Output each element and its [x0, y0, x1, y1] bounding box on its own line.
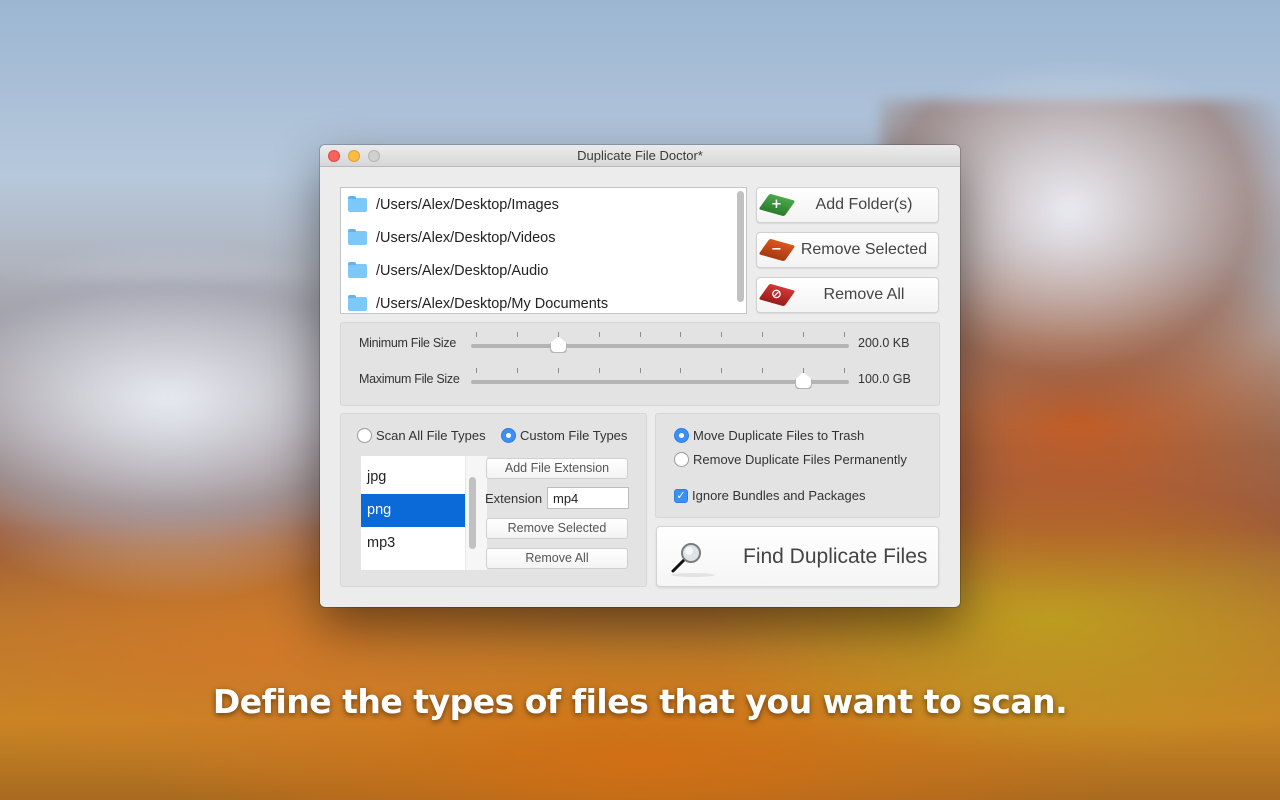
file-types-panel: Scan All File Types Custom File Types jp…: [340, 413, 647, 587]
slider-tick: [844, 368, 845, 373]
folder-list-item[interactable]: /Users/Alex/Desktop/Videos: [341, 221, 731, 254]
ignore-bundles-label: Ignore Bundles and Packages: [692, 488, 866, 503]
radio-button-on[interactable]: [674, 428, 689, 443]
slider-tick: [680, 332, 682, 337]
slider-tick: [721, 332, 723, 337]
slider-tick: [844, 332, 845, 337]
slider-tick: [516, 332, 518, 337]
add-folders-label: Add Folder(s): [815, 196, 913, 213]
folder-list-scrollbar[interactable]: [737, 191, 744, 302]
extension-label: Extension: [485, 491, 543, 506]
move-to-trash-radio[interactable]: Move Duplicate Files to Trash: [674, 428, 864, 443]
remove-all-extensions-button[interactable]: Remove All: [486, 548, 628, 569]
folder-icon: [348, 294, 367, 311]
radio-button-off[interactable]: [674, 452, 689, 467]
options-panel: Move Duplicate Files to Trash Remove Dup…: [655, 413, 940, 518]
extension-list-item[interactable]: mp3: [361, 527, 465, 560]
extension-list-scrollbar[interactable]: [469, 477, 476, 549]
slider-tick: [721, 368, 723, 373]
custom-types-radio[interactable]: Custom File Types: [501, 428, 627, 443]
custom-types-label: Custom File Types: [520, 428, 628, 443]
folder-list[interactable]: /Users/Alex/Desktop/Images /Users/Alex/D…: [340, 187, 747, 314]
min-size-slider-row: Minimum File Size 200.0 KB: [341, 323, 939, 353]
slider-tick: [639, 332, 641, 337]
window-title: Duplicate File Doctor*: [577, 148, 703, 163]
extension-list-item[interactable]: jpg: [361, 461, 465, 494]
slider-tick: [598, 368, 600, 373]
folder-path: /Users/Alex/Desktop/Audio: [376, 262, 549, 279]
max-size-slider-row: Maximum File Size 100.0 GB: [341, 359, 939, 389]
promo-caption: Define the types of files that you want …: [212, 682, 1068, 721]
folder-icon: [348, 195, 367, 212]
folder-list-item[interactable]: /Users/Alex/Desktop/My Documents: [341, 287, 731, 320]
find-duplicate-files-label: Find Duplicate Files: [743, 545, 928, 568]
file-size-panel: Minimum File Size 200.0 KB Maximum File …: [340, 322, 940, 406]
min-size-slider-thumb[interactable]: [549, 336, 567, 353]
move-to-trash-label: Move Duplicate Files to Trash: [693, 428, 865, 443]
radio-button-on[interactable]: [501, 428, 516, 443]
add-folders-button[interactable]: + Add Folder(s): [756, 187, 939, 223]
slider-tick: [762, 332, 764, 337]
slider-tick: [762, 368, 764, 373]
remove-selected-folders-button[interactable]: − Remove Selected: [756, 232, 939, 268]
remove-all-folders-button[interactable]: ⊘ Remove All: [756, 277, 939, 313]
slider-tick: [803, 332, 805, 337]
slider-tick: [639, 368, 641, 373]
folder-list-item[interactable]: /Users/Alex/Desktop/Images: [341, 188, 731, 221]
find-duplicate-files-button[interactable]: Find Duplicate Files: [656, 526, 939, 587]
slider-tick: [476, 368, 477, 373]
remove-all-folders-label: Remove All: [823, 286, 905, 303]
app-window: Duplicate File Doctor* /Users/Alex/Deskt…: [320, 145, 960, 607]
remove-selected-folders-label: Remove Selected: [800, 241, 928, 258]
min-size-value: 200.0 KB: [858, 336, 910, 350]
magnifier-icon: [671, 543, 715, 577]
slider-tick: [680, 368, 682, 373]
folder-list-item[interactable]: /Users/Alex/Desktop/Audio: [341, 254, 731, 287]
slider-tick: [557, 368, 559, 373]
scan-all-types-label: Scan All File Types: [376, 428, 486, 443]
max-size-slider-thumb[interactable]: [795, 372, 813, 389]
remove-permanently-label: Remove Duplicate Files Permanently: [693, 452, 907, 467]
min-size-slider[interactable]: [471, 336, 849, 353]
min-size-label: Minimum File Size: [359, 336, 456, 350]
folder-icon: [348, 228, 367, 245]
slider-tick: [476, 332, 477, 337]
radio-button-off[interactable]: [357, 428, 372, 443]
extension-input[interactable]: [547, 487, 629, 509]
slider-tick: [516, 368, 518, 373]
slider-tick: [598, 332, 600, 337]
add-file-extension-button[interactable]: Add File Extension: [486, 458, 628, 479]
folder-clear-icon: ⊘: [758, 283, 796, 307]
folder-icon: [348, 261, 367, 278]
max-size-value: 100.0 GB: [858, 372, 911, 386]
folder-path: /Users/Alex/Desktop/Videos: [376, 229, 556, 246]
checkmark-icon[interactable]: ✓: [674, 488, 688, 503]
folder-path: /Users/Alex/Desktop/Images: [376, 196, 559, 213]
extension-list-item-selected[interactable]: png: [361, 494, 465, 527]
scan-all-types-radio[interactable]: Scan All File Types: [357, 428, 486, 443]
slider-tick: [557, 332, 559, 337]
folder-remove-icon: −: [758, 238, 796, 262]
max-size-slider[interactable]: [471, 372, 849, 389]
ignore-bundles-checkbox[interactable]: ✓ Ignore Bundles and Packages: [674, 488, 865, 503]
max-size-label: Maximum File Size: [359, 372, 460, 386]
remove-permanently-radio[interactable]: Remove Duplicate Files Permanently: [674, 452, 907, 467]
remove-selected-extension-button[interactable]: Remove Selected: [486, 518, 628, 539]
slider-tick: [803, 368, 805, 373]
title-bar[interactable]: Duplicate File Doctor*: [320, 145, 960, 167]
folder-add-icon: +: [758, 193, 796, 217]
folder-path: /Users/Alex/Desktop/My Documents: [376, 295, 609, 312]
